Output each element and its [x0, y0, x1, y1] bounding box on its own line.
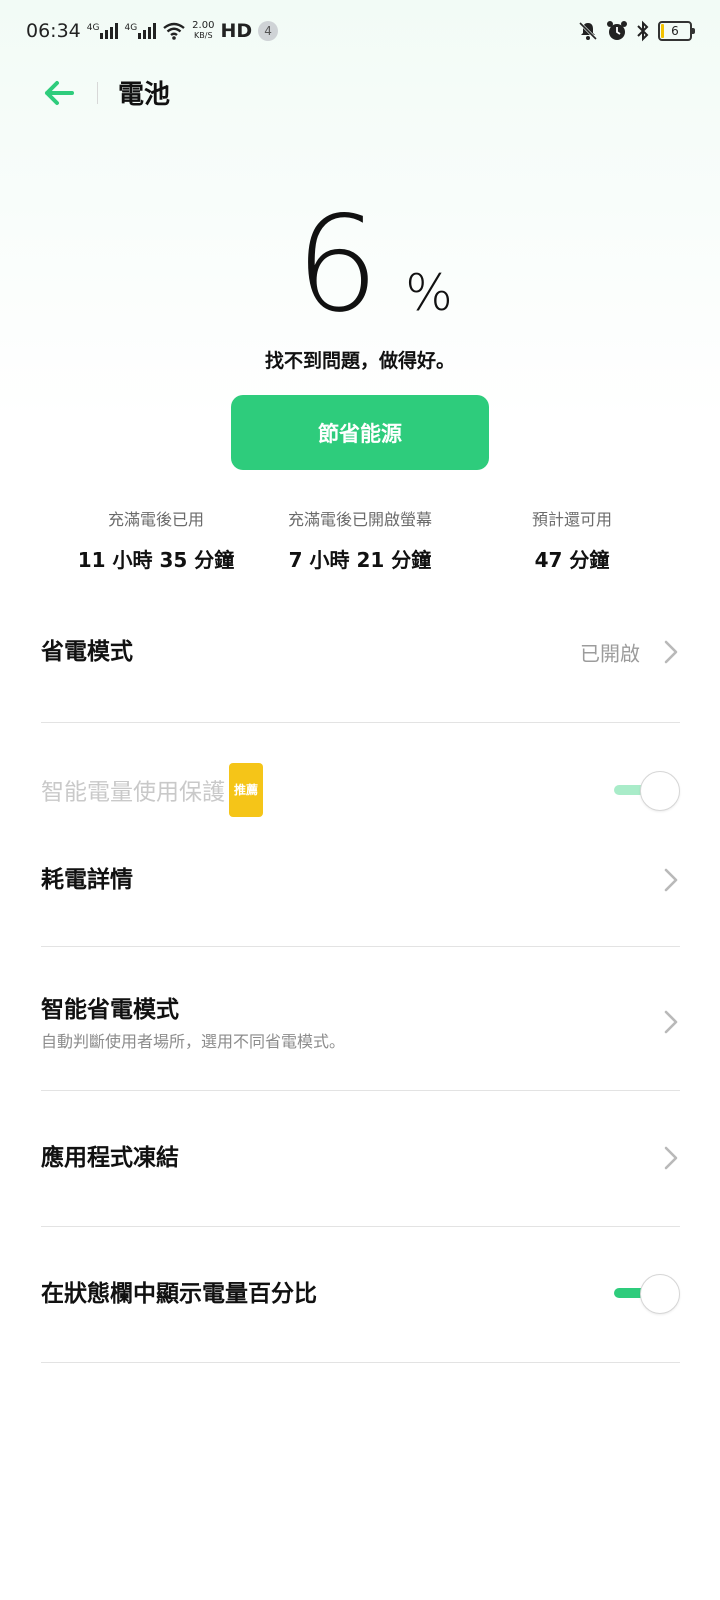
chevron-right-icon — [664, 640, 678, 664]
smart-power-saving-subtitle: 自動判斷使用者場所，選用不同省電模式。 — [41, 1032, 346, 1051]
consumption-details-label: 耗電詳情 — [41, 867, 133, 893]
divider — [41, 722, 680, 723]
stat-label: 充滿電後已用 — [107, 510, 204, 529]
battery-percent-value: 6 — [295, 188, 379, 342]
stat-used-since-charge: 充滿電後已用 11 小時 35 分鐘 — [46, 506, 266, 573]
smart-protection-row[interactable]: 智能電量使用保護 推薦 — [41, 763, 680, 817]
back-arrow-icon — [45, 81, 74, 105]
show-percentage-label: 在狀態欄中顯示電量百分比 — [41, 1281, 317, 1307]
show-percentage-row[interactable]: 在狀態欄中顯示電量百分比 — [41, 1264, 680, 1324]
signal-1: 4G — [87, 23, 119, 39]
alarm-icon — [607, 21, 627, 40]
smart-power-saving-label: 智能省電模式 — [41, 997, 179, 1023]
app-header: 電池 — [0, 70, 720, 116]
divider — [41, 1226, 680, 1227]
battery-percent-sign: % — [405, 264, 453, 322]
stat-estimated-remaining: 預計還可用 47 分鐘 — [462, 506, 682, 573]
smart-protection-text: 智能電量使用保護 — [41, 779, 225, 806]
stat-label: 預計還可用 — [531, 510, 612, 529]
divider — [41, 946, 680, 947]
toggle-knob — [640, 771, 680, 811]
power-saving-mode-row[interactable]: 省電模式 已開啟 — [41, 622, 680, 682]
mute-bell-icon — [578, 21, 598, 41]
network-type-1: 4G — [86, 23, 100, 33]
stat-screen-on-since-charge: 充滿電後已開啟螢幕 7 小時 21 分鐘 — [250, 506, 470, 573]
stat-label: 充滿電後已開啟螢幕 — [287, 510, 432, 529]
divider — [41, 1090, 680, 1091]
save-energy-button[interactable]: 節省能源 — [231, 395, 489, 470]
speed-value: 2.00 — [192, 20, 215, 31]
stat-value: 47 分鐘 — [534, 548, 610, 572]
back-button[interactable] — [42, 78, 76, 108]
battery-level-fill — [661, 24, 664, 38]
signal-bars-icon — [100, 23, 119, 39]
hd-indicator: HD — [220, 20, 253, 42]
battery-status-message: 找不到問題，做得好。 — [264, 350, 455, 372]
signal-bars-icon — [138, 23, 157, 39]
chevron-right-icon — [664, 1010, 678, 1034]
battery-icon: 6 — [658, 21, 695, 41]
app-freeze-row[interactable]: 應用程式凍結 — [41, 1128, 680, 1188]
status-left: 06:34 4G 4G 2.00 KB/S HD 4 — [26, 20, 279, 42]
show-percentage-toggle[interactable] — [614, 1274, 680, 1314]
battery-percent-display: 6% — [0, 188, 720, 342]
signal-2: 4G — [124, 23, 157, 39]
divider — [41, 1362, 680, 1363]
notification-count-badge: 4 — [258, 21, 279, 41]
smart-power-saving-row[interactable]: 智能省電模式 自動判斷使用者場所，選用不同省電模式。 — [41, 990, 680, 1054]
status-bar: 06:34 4G 4G 2.00 KB/S HD 4 6 — [0, 0, 720, 70]
battery-level-text: 6 — [671, 24, 679, 38]
chevron-right-icon — [664, 868, 678, 892]
consumption-details-row[interactable]: 耗電詳情 — [41, 850, 680, 910]
recommended-badge: 推薦 — [229, 763, 264, 817]
status-right: 6 — [578, 20, 695, 42]
power-saving-mode-value: 已開啟 — [580, 641, 640, 666]
clock: 06:34 — [26, 20, 81, 42]
app-freeze-label: 應用程式凍結 — [41, 1145, 179, 1171]
chevron-right-icon — [664, 1146, 678, 1170]
stat-value: 11 小時 35 分鐘 — [77, 548, 235, 572]
header-divider — [97, 82, 98, 104]
toggle-knob — [640, 1274, 680, 1314]
smart-protection-label: 智能電量使用保護 推薦 — [41, 763, 680, 820]
network-type-2: 4G — [124, 23, 138, 33]
page-title: 電池 — [118, 80, 171, 110]
bluetooth-icon — [637, 20, 649, 42]
stat-value: 7 小時 21 分鐘 — [288, 548, 432, 572]
wifi-icon — [163, 22, 185, 40]
smart-protection-toggle[interactable] — [614, 771, 680, 811]
network-speed: 2.00 KB/S — [192, 21, 214, 41]
speed-unit: KB/S — [194, 31, 213, 40]
